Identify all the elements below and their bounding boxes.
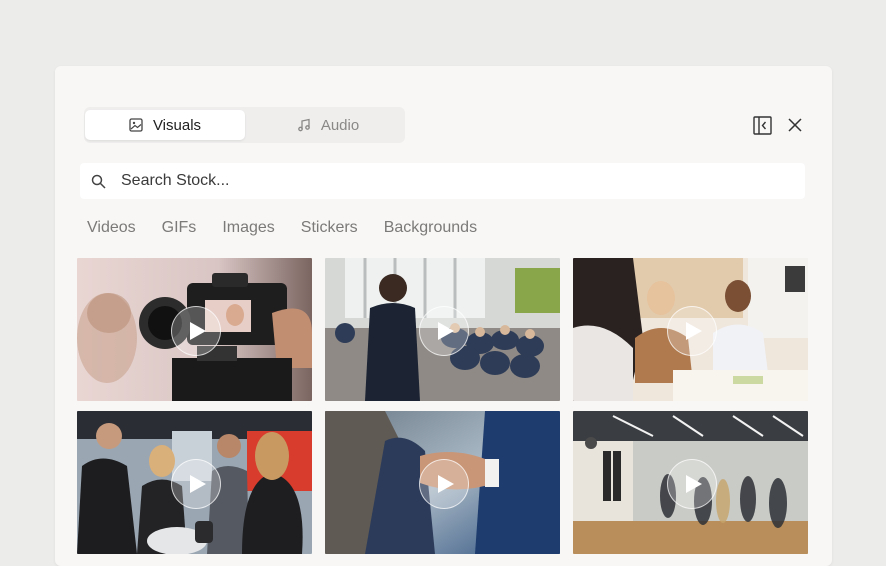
play-icon [418,458,469,509]
music-note-icon [297,118,311,132]
play-icon [170,458,221,509]
tab-videos[interactable]: Videos [87,219,136,237]
search-icon [91,173,107,189]
search-bar [80,163,805,199]
play-icon [170,305,221,356]
close-icon[interactable] [785,115,805,135]
result-tile[interactable] [573,258,808,401]
media-type-toggle: Visuals Audio [84,107,405,143]
result-tile[interactable] [573,411,808,554]
stock-media-panel: Visuals Audio Search Stock... Videos GIF… [55,66,832,566]
tab-gifs[interactable]: GIFs [162,219,197,237]
tab-stickers[interactable]: Stickers [301,219,358,237]
search-input[interactable] [119,171,783,191]
collapse-panel-icon[interactable] [752,115,772,135]
result-tile[interactable] [77,258,312,401]
tab-images[interactable]: Images [222,219,274,237]
play-icon [418,305,469,356]
visuals-toggle-button[interactable]: Visuals [85,110,245,140]
image-icon [129,118,143,132]
play-icon [666,458,717,509]
media-category-tabs: Videos GIFs Images Stickers Backgrounds [87,219,503,237]
audio-toggle-button[interactable]: Audio [248,110,408,140]
result-tile[interactable] [325,411,560,554]
audio-label: Audio [320,116,360,134]
play-icon [666,305,717,356]
tab-backgrounds[interactable]: Backgrounds [384,219,477,237]
result-tile[interactable] [325,258,560,401]
visuals-label: Visuals [152,116,202,134]
result-tile[interactable] [77,411,312,554]
